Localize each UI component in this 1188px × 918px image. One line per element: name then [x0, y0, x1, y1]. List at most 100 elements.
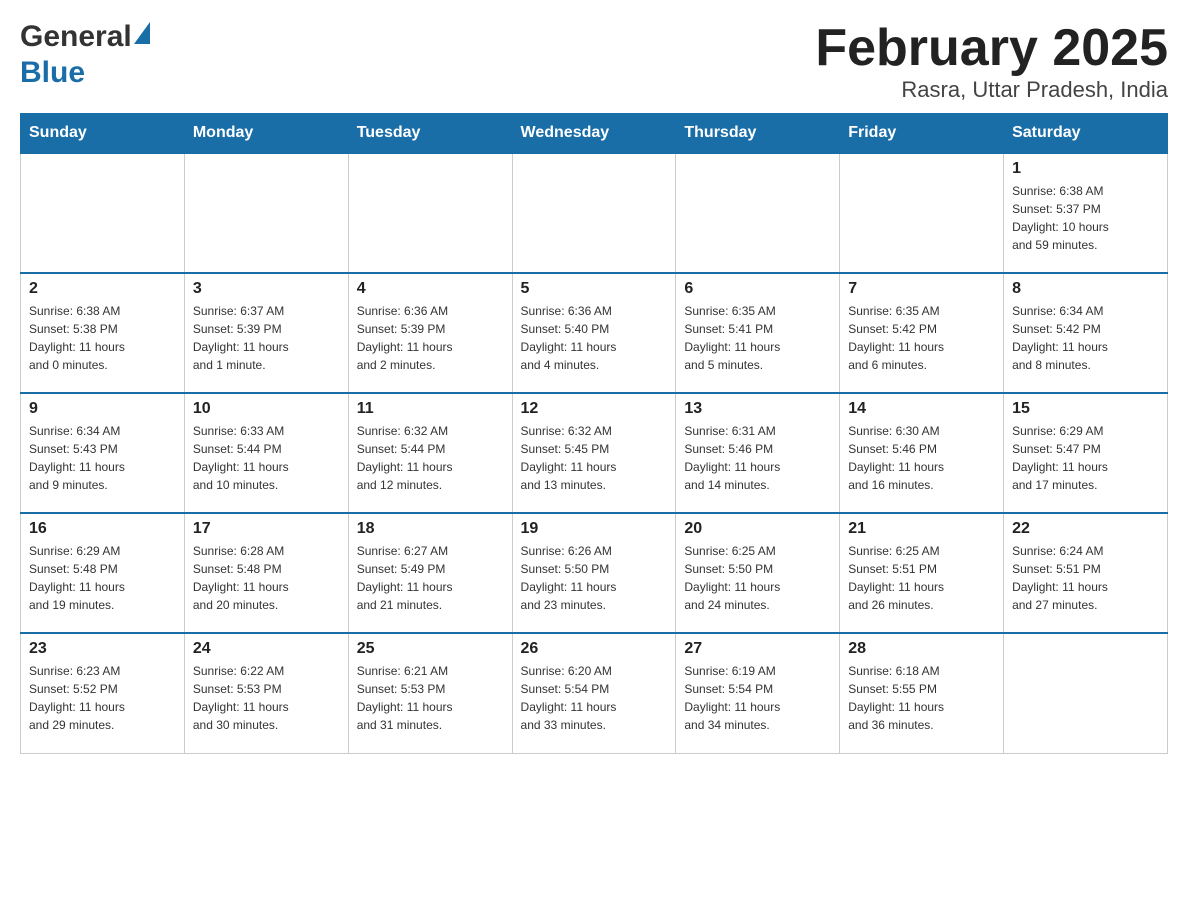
- day-info: Sunrise: 6:34 AMSunset: 5:42 PMDaylight:…: [1012, 302, 1159, 374]
- table-row: 25Sunrise: 6:21 AMSunset: 5:53 PMDayligh…: [348, 633, 512, 753]
- day-number: 14: [848, 400, 995, 418]
- day-number: 16: [29, 520, 176, 538]
- table-row: 6Sunrise: 6:35 AMSunset: 5:41 PMDaylight…: [676, 273, 840, 393]
- day-number: 13: [684, 400, 831, 418]
- table-row: 3Sunrise: 6:37 AMSunset: 5:39 PMDaylight…: [184, 273, 348, 393]
- calendar-subtitle: Rasra, Uttar Pradesh, India: [815, 77, 1168, 103]
- day-number: 27: [684, 640, 831, 658]
- title-block: February 2025 Rasra, Uttar Pradesh, Indi…: [815, 20, 1168, 103]
- logo-triangle-icon: [134, 22, 150, 44]
- logo-general-text: General: [20, 20, 132, 54]
- day-number: 11: [357, 400, 504, 418]
- calendar-header-row: Sunday Monday Tuesday Wednesday Thursday…: [21, 114, 1168, 154]
- day-number: 19: [521, 520, 668, 538]
- day-number: 21: [848, 520, 995, 538]
- day-number: 20: [684, 520, 831, 538]
- day-number: 22: [1012, 520, 1159, 538]
- day-number: 23: [29, 640, 176, 658]
- table-row: 7Sunrise: 6:35 AMSunset: 5:42 PMDaylight…: [840, 273, 1004, 393]
- table-row: 4 Sunrise: 6:36 AMSunset: 5:39 PMDaylight…: [348, 273, 512, 393]
- day-number: 9: [29, 400, 176, 418]
- table-row: 11 Sunrise: 6:32 AMSunset: 5:44 PMDayligh…: [348, 393, 512, 513]
- day-number: 12: [521, 400, 668, 418]
- table-row: 15 Sunrise: 6:29 AMSunset: 5:47 PMDayligh…: [1004, 393, 1168, 513]
- day-number: 1: [1012, 160, 1159, 178]
- day-info: Sunrise: 6:35 AMSunset: 5:42 PMDaylight:…: [848, 302, 995, 374]
- table-row: 8 Sunrise: 6:34 AMSunset: 5:42 PMDaylight…: [1004, 273, 1168, 393]
- calendar-week-row: 23 Sunrise: 6:23 AMSunset: 5:52 PMDayligh…: [21, 633, 1168, 753]
- day-info: Sunrise: 6:34 AMSunset: 5:43 PMDaylight:…: [29, 422, 176, 494]
- day-number: 5: [521, 280, 668, 298]
- day-info: Sunrise: 6:28 AMSunset: 5:48 PMDaylight:…: [193, 542, 340, 614]
- table-row: 28Sunrise: 6:18 AMSunset: 5:55 PMDayligh…: [840, 633, 1004, 753]
- table-row: [676, 153, 840, 273]
- day-number: 24: [193, 640, 340, 658]
- header-thursday: Thursday: [676, 114, 840, 154]
- logo: General Blue: [20, 20, 150, 90]
- day-info: Sunrise: 6:37 AMSunset: 5:39 PMDaylight:…: [193, 302, 340, 374]
- day-info: Sunrise: 6:38 AMSunset: 5:37 PMDaylight:…: [1012, 182, 1159, 254]
- day-info: Sunrise: 6:30 AMSunset: 5:46 PMDaylight:…: [848, 422, 995, 494]
- day-info: Sunrise: 6:22 AMSunset: 5:53 PMDaylight:…: [193, 662, 340, 734]
- table-row: [840, 153, 1004, 273]
- day-number: 10: [193, 400, 340, 418]
- table-row: 26Sunrise: 6:20 AMSunset: 5:54 PMDayligh…: [512, 633, 676, 753]
- day-info: Sunrise: 6:27 AMSunset: 5:49 PMDaylight:…: [357, 542, 504, 614]
- table-row: 17 Sunrise: 6:28 AMSunset: 5:48 PMDayligh…: [184, 513, 348, 633]
- table-row: 14 Sunrise: 6:30 AMSunset: 5:46 PMDayligh…: [840, 393, 1004, 513]
- table-row: [1004, 633, 1168, 753]
- table-row: 20 Sunrise: 6:25 AMSunset: 5:50 PMDayligh…: [676, 513, 840, 633]
- calendar-table: Sunday Monday Tuesday Wednesday Thursday…: [20, 113, 1168, 754]
- day-info: Sunrise: 6:32 AMSunset: 5:45 PMDaylight:…: [521, 422, 668, 494]
- day-info: Sunrise: 6:29 AMSunset: 5:48 PMDaylight:…: [29, 542, 176, 614]
- day-info: Sunrise: 6:21 AMSunset: 5:53 PMDaylight:…: [357, 662, 504, 734]
- calendar-week-row: 1 Sunrise: 6:38 AMSunset: 5:37 PMDaylight…: [21, 153, 1168, 273]
- day-info: Sunrise: 6:32 AMSunset: 5:44 PMDaylight:…: [357, 422, 504, 494]
- calendar-title: February 2025: [815, 20, 1168, 77]
- table-row: 10Sunrise: 6:33 AMSunset: 5:44 PMDayligh…: [184, 393, 348, 513]
- day-info: Sunrise: 6:19 AMSunset: 5:54 PMDaylight:…: [684, 662, 831, 734]
- day-number: 17: [193, 520, 340, 538]
- table-row: [184, 153, 348, 273]
- calendar-week-row: 16 Sunrise: 6:29 AMSunset: 5:48 PMDayligh…: [21, 513, 1168, 633]
- day-info: Sunrise: 6:20 AMSunset: 5:54 PMDaylight:…: [521, 662, 668, 734]
- header-saturday: Saturday: [1004, 114, 1168, 154]
- table-row: 18 Sunrise: 6:27 AMSunset: 5:49 PMDayligh…: [348, 513, 512, 633]
- day-info: Sunrise: 6:29 AMSunset: 5:47 PMDaylight:…: [1012, 422, 1159, 494]
- table-row: 22Sunrise: 6:24 AMSunset: 5:51 PMDayligh…: [1004, 513, 1168, 633]
- day-info: Sunrise: 6:25 AMSunset: 5:50 PMDaylight:…: [684, 542, 831, 614]
- header-tuesday: Tuesday: [348, 114, 512, 154]
- day-info: Sunrise: 6:38 AMSunset: 5:38 PMDaylight:…: [29, 302, 176, 374]
- calendar-week-row: 2Sunrise: 6:38 AMSunset: 5:38 PMDaylight…: [21, 273, 1168, 393]
- day-info: Sunrise: 6:36 AMSunset: 5:39 PMDaylight:…: [357, 302, 504, 374]
- table-row: 21 Sunrise: 6:25 AMSunset: 5:51 PMDayligh…: [840, 513, 1004, 633]
- day-number: 4: [357, 280, 504, 298]
- day-info: Sunrise: 6:25 AMSunset: 5:51 PMDaylight:…: [848, 542, 995, 614]
- day-info: Sunrise: 6:31 AMSunset: 5:46 PMDaylight:…: [684, 422, 831, 494]
- table-row: 2Sunrise: 6:38 AMSunset: 5:38 PMDaylight…: [21, 273, 185, 393]
- day-number: 8: [1012, 280, 1159, 298]
- header-sunday: Sunday: [21, 114, 185, 154]
- calendar-week-row: 9 Sunrise: 6:34 AMSunset: 5:43 PMDaylight…: [21, 393, 1168, 513]
- table-row: 1 Sunrise: 6:38 AMSunset: 5:37 PMDaylight…: [1004, 153, 1168, 273]
- table-row: 27 Sunrise: 6:19 AMSunset: 5:54 PMDayligh…: [676, 633, 840, 753]
- table-row: 13 Sunrise: 6:31 AMSunset: 5:46 PMDayligh…: [676, 393, 840, 513]
- table-row: [21, 153, 185, 273]
- day-number: 15: [1012, 400, 1159, 418]
- page-header: General Blue February 2025 Rasra, Uttar …: [20, 20, 1168, 103]
- header-wednesday: Wednesday: [512, 114, 676, 154]
- day-info: Sunrise: 6:36 AMSunset: 5:40 PMDaylight:…: [521, 302, 668, 374]
- table-row: [348, 153, 512, 273]
- day-info: Sunrise: 6:26 AMSunset: 5:50 PMDaylight:…: [521, 542, 668, 614]
- table-row: 9 Sunrise: 6:34 AMSunset: 5:43 PMDaylight…: [21, 393, 185, 513]
- day-number: 18: [357, 520, 504, 538]
- day-info: Sunrise: 6:23 AMSunset: 5:52 PMDaylight:…: [29, 662, 176, 734]
- logo-blue-text: Blue: [20, 56, 85, 90]
- day-info: Sunrise: 6:18 AMSunset: 5:55 PMDaylight:…: [848, 662, 995, 734]
- table-row: 12 Sunrise: 6:32 AMSunset: 5:45 PMDayligh…: [512, 393, 676, 513]
- table-row: 5 Sunrise: 6:36 AMSunset: 5:40 PMDaylight…: [512, 273, 676, 393]
- day-number: 6: [684, 280, 831, 298]
- header-monday: Monday: [184, 114, 348, 154]
- table-row: 16 Sunrise: 6:29 AMSunset: 5:48 PMDayligh…: [21, 513, 185, 633]
- table-row: [512, 153, 676, 273]
